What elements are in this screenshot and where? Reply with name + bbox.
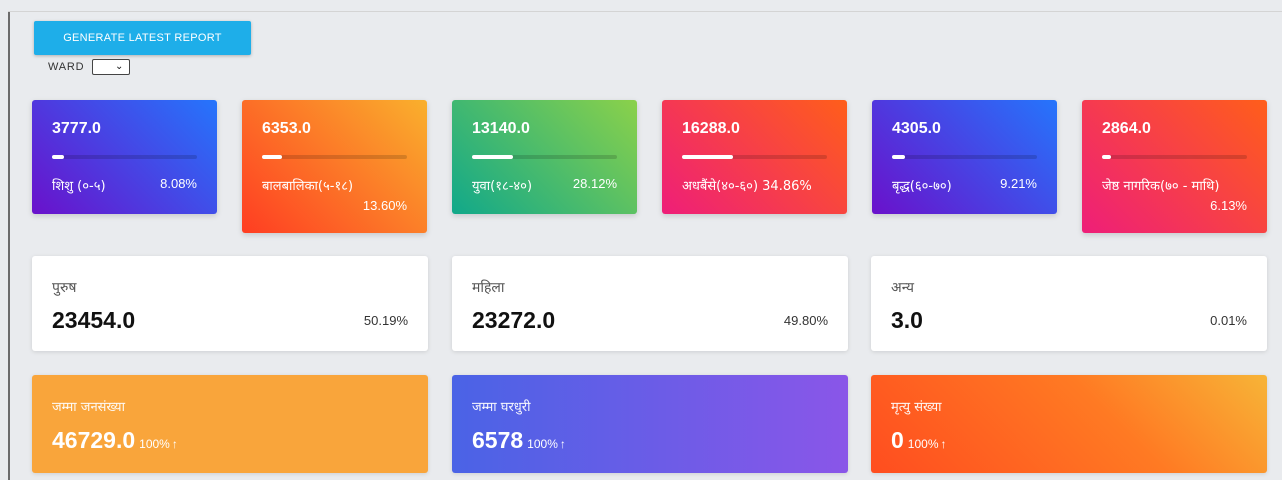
age-card-value: 3777.0 [52,120,101,137]
death-count-card: मृत्यु संख्या 0 100% ↑ [871,375,1267,473]
gender-percent: 49.80% [783,313,828,328]
age-card-children: 6353.0 बालबालिका(५-१८) 13.60% [242,100,427,233]
total-value-row: 6578 100% ↑ [472,427,566,454]
progress-fill [892,155,906,159]
progress-fill [52,155,64,159]
arrow-up-icon: ↑ [559,437,566,451]
arrow-up-icon: ↑ [940,437,947,451]
ward-label: WARD [48,61,85,73]
gender-percent: 0.01% [1210,313,1247,328]
progress-bar [472,155,617,159]
progress-fill [682,155,733,159]
generate-report-button[interactable]: GENERATE LATEST REPORT [34,21,251,55]
age-card-infant: 3777.0 शिशु (०-५) 8.08% [32,100,217,214]
gender-card-female: महिला 23272.0 49.80% [452,256,848,351]
gender-card-male: पुरुष 23454.0 50.19% [32,256,428,351]
age-card-label: जेष्ठ नागरिक(७० - माथि) [1102,179,1220,194]
total-value-row: 46729.0 100% ↑ [52,427,178,454]
gender-value: 3.0 [891,307,923,333]
progress-bar [892,155,1037,159]
age-card-percent: 6.13% [1210,198,1247,213]
age-card-value: 13140.0 [472,120,530,137]
age-card-label: युवा(१८-४०) [472,179,533,194]
total-value-row: 0 100% ↑ [891,427,947,454]
age-card-senior-citizen: 2864.0 जेष्ठ नागरिक(७० - माथि) 6.13% [1082,100,1267,233]
arrow-up-icon: ↑ [171,437,178,451]
age-card-label: बालबालिका(५-१८) [262,179,354,194]
age-card-middle-aged: 16288.0 अधबैंसे(४०-६०) 34.86% [662,100,847,214]
gender-value: 23272.0 [472,307,556,333]
total-percent: 100% [527,437,558,451]
total-value: 6578 [472,427,524,453]
progress-fill [1102,155,1111,159]
total-label: मृत्यु संख्या [891,400,942,415]
age-card-label: शिशु (०-५) [52,179,106,194]
age-card-percent: 8.08% [160,176,197,191]
gender-value: 23454.0 [52,307,136,333]
total-percent: 100% [907,437,939,451]
age-card-value: 16288.0 [682,120,740,137]
age-card-label: अधबैंसे(४०-६०) 34.86% [682,176,812,194]
ward-select[interactable]: ⌄ [92,59,131,75]
progress-bar [262,155,407,159]
total-households-card: जम्मा घरधुरी 6578 100% ↑ [452,375,848,473]
gender-label: पुरुष [52,280,77,296]
age-card-elderly: 4305.0 बृद्ध(६०-७०) 9.21% [872,100,1057,214]
total-population-card: जम्मा जनसंख्या 46729.0 100% ↑ [32,375,428,473]
ward-filter: WARD ⌄ [48,59,131,75]
progress-fill [472,155,513,159]
age-card-percent: 28.12% [572,176,617,191]
left-border [8,12,10,480]
gender-label: अन्य [891,280,914,296]
progress-fill [262,155,283,159]
age-card-value: 6353.0 [262,120,311,137]
total-label: जम्मा जनसंख्या [52,400,125,415]
chevron-down-icon: ⌄ [115,61,124,72]
progress-bar [682,155,827,159]
total-label: जम्मा घरधुरी [472,400,531,415]
top-divider [8,11,1282,12]
age-card-percent: 13.60% [362,198,407,213]
progress-bar [52,155,197,159]
total-percent: 100% [139,437,170,451]
age-card-youth: 13140.0 युवा(१८-४०) 28.12% [452,100,637,214]
total-value: 0 [891,427,904,453]
age-card-label-text: अधबैंसे(४०-६०) [682,179,759,194]
age-card-label: बृद्ध(६०-७०) [892,179,952,194]
age-card-value: 4305.0 [892,120,941,137]
gender-percent: 50.19% [363,313,408,328]
progress-bar [1102,155,1247,159]
total-value: 46729.0 [52,427,136,453]
age-card-value: 2864.0 [1102,120,1151,137]
age-card-percent: 34.86% [762,179,812,194]
gender-card-other: अन्य 3.0 0.01% [871,256,1267,351]
age-card-percent: 9.21% [1000,176,1037,191]
gender-label: महिला [472,280,505,296]
